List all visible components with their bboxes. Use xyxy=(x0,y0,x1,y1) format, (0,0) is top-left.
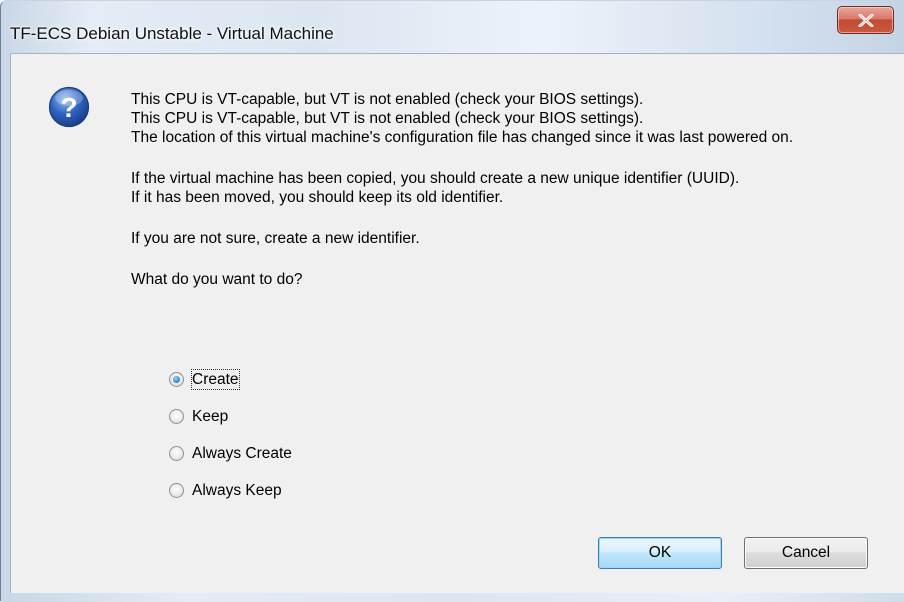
ok-button[interactable]: OK xyxy=(598,537,722,569)
cancel-button[interactable]: Cancel xyxy=(744,537,868,569)
radio-button[interactable] xyxy=(169,483,184,498)
dialog-body: ? This CPU is VT-capable, but VT is not … xyxy=(10,53,904,593)
option-create[interactable]: Create xyxy=(169,369,292,407)
unsure-text: If you are not sure, create a new identi… xyxy=(131,230,420,247)
close-icon xyxy=(858,14,874,27)
title-bar[interactable]: TF-ECS Debian Unstable - Virtual Machine xyxy=(1,1,904,53)
radio-button[interactable] xyxy=(169,446,184,461)
message-line: If it has been moved, you should keep it… xyxy=(131,189,504,206)
uuid-options: Create Keep Always Create Always Keep xyxy=(169,369,292,518)
message-line: The location of this virtual machine's c… xyxy=(131,129,794,146)
svg-text:?: ? xyxy=(60,92,77,123)
question-icon: ? xyxy=(48,86,90,128)
message-line: This CPU is VT-capable, but VT is not en… xyxy=(131,91,644,108)
option-label[interactable]: Always Keep xyxy=(192,481,282,500)
radio-button[interactable] xyxy=(169,409,184,424)
option-always-create[interactable]: Always Create xyxy=(169,444,292,481)
uuid-paragraph: If the virtual machine has been copied, … xyxy=(131,169,891,207)
dialog-window: TF-ECS Debian Unstable - Virtual Machine… xyxy=(0,0,904,602)
option-label[interactable]: Create xyxy=(191,369,240,390)
option-label[interactable]: Always Create xyxy=(192,444,292,463)
message-line: If the virtual machine has been copied, … xyxy=(131,170,740,187)
question-text: What do you want to do? xyxy=(131,271,303,288)
message-line: This CPU is VT-capable, but VT is not en… xyxy=(131,110,644,127)
option-keep[interactable]: Keep xyxy=(169,407,292,444)
option-always-keep[interactable]: Always Keep xyxy=(169,481,292,518)
message-area: This CPU is VT-capable, but VT is not en… xyxy=(131,90,891,289)
message-paragraph: This CPU is VT-capable, but VT is not en… xyxy=(131,90,891,147)
radio-button[interactable] xyxy=(169,372,184,387)
close-button[interactable] xyxy=(837,6,894,34)
option-label[interactable]: Keep xyxy=(192,407,228,426)
window-title: TF-ECS Debian Unstable - Virtual Machine xyxy=(10,24,334,43)
